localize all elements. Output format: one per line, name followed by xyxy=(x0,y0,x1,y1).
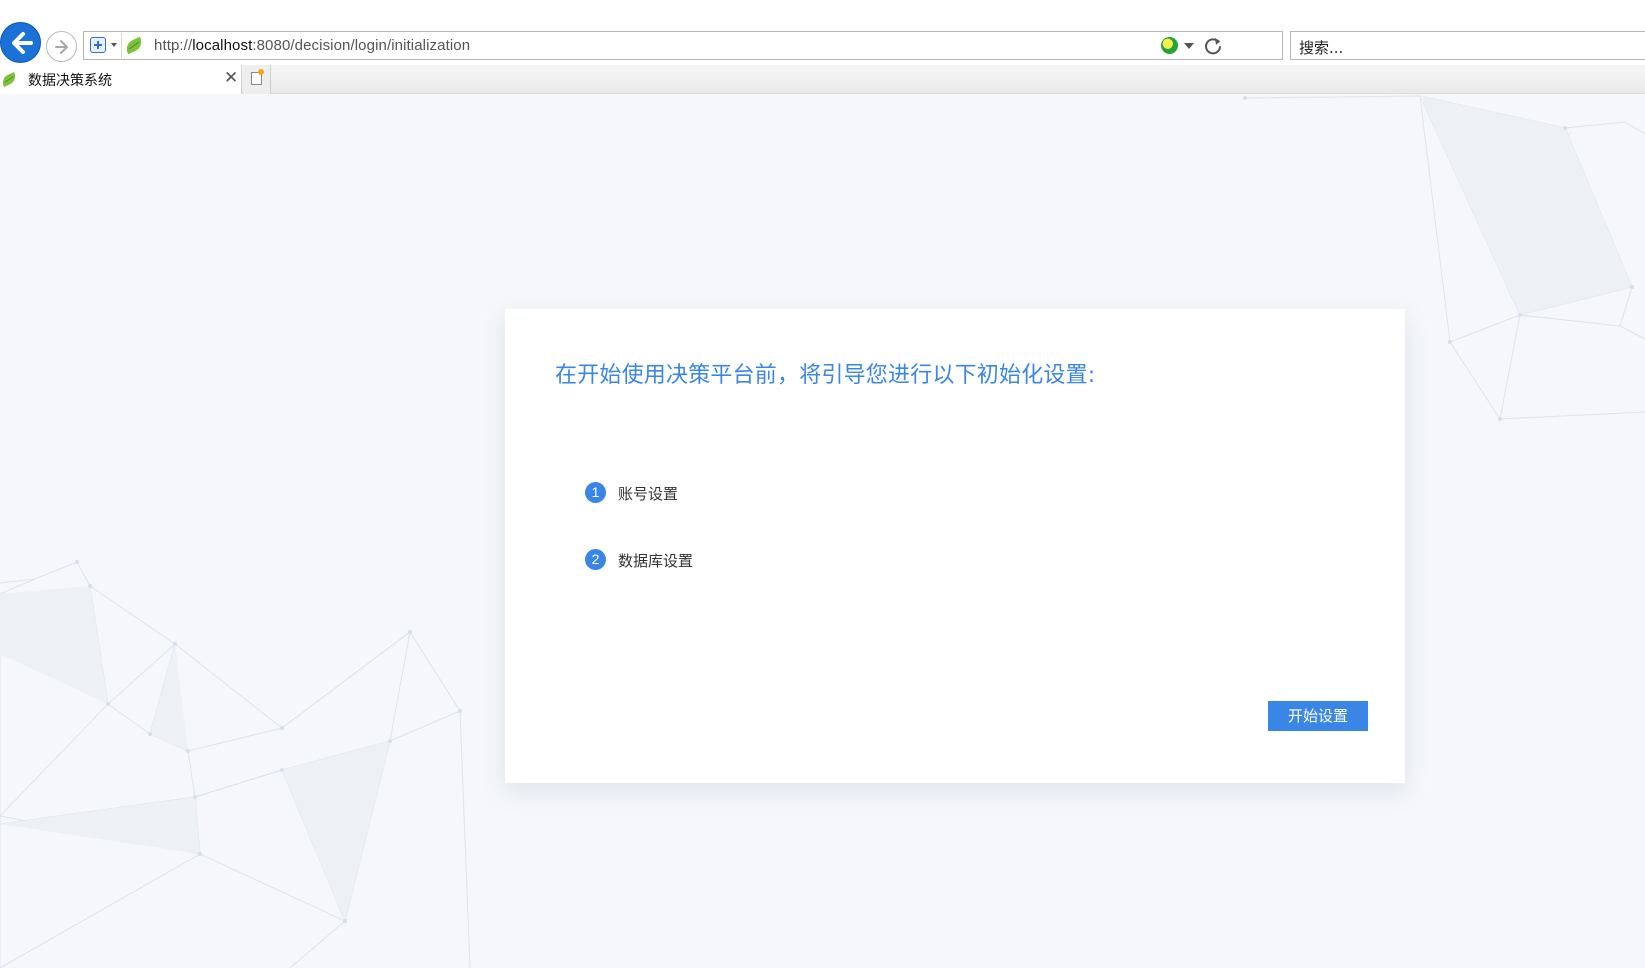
step-number: 2 xyxy=(585,549,606,570)
page-content: 在开始使用决策平台前，将引导您进行以下初始化设置: 1 账号设置 2 数据库设置… xyxy=(0,94,1645,968)
step-number: 1 xyxy=(585,482,606,503)
step-label: 数据库设置 xyxy=(618,552,694,570)
refresh-icon[interactable] xyxy=(1202,35,1224,57)
leaf-favicon-icon xyxy=(123,36,145,55)
url-scheme: http:// xyxy=(154,37,193,54)
address-bar[interactable]: http://localhost:8080/decision/login/ini… xyxy=(83,31,1283,60)
leaf-favicon-icon xyxy=(0,72,18,87)
tab-active[interactable]: 数据决策系统 ✕ xyxy=(0,65,242,94)
tab-title: 数据决策系统 xyxy=(28,73,112,89)
forward-arrow-icon xyxy=(55,40,68,54)
back-button[interactable] xyxy=(0,22,41,63)
new-tab-button[interactable] xyxy=(243,65,271,94)
url-text[interactable]: http://localhost:8080/decision/login/ini… xyxy=(154,37,470,54)
back-arrow-icon xyxy=(12,32,33,54)
step-label: 账号设置 xyxy=(618,485,679,503)
search-input[interactable]: 搜索... xyxy=(1299,37,1343,58)
start-setup-button[interactable]: 开始设置 xyxy=(1268,701,1368,731)
compatibility-icon[interactable] xyxy=(1161,37,1178,54)
tab-bar: 数据决策系统 ✕ xyxy=(0,65,1645,94)
page-title: 在开始使用决策平台前，将引导您进行以下初始化设置: xyxy=(555,363,1096,388)
search-box[interactable]: 搜索... xyxy=(1290,31,1645,60)
forward-button[interactable] xyxy=(46,31,77,62)
close-icon[interactable]: ✕ xyxy=(224,68,238,88)
url-path: :8080/decision/login/initialization xyxy=(252,37,471,54)
browser-chrome: http://localhost:8080/decision/login/ini… xyxy=(0,0,1645,94)
site-shield-icon[interactable] xyxy=(84,33,122,58)
dropdown-arrow-icon[interactable] xyxy=(1184,43,1194,49)
url-host: localhost xyxy=(192,37,253,54)
initialization-card: 在开始使用决策平台前，将引导您进行以下初始化设置: 1 账号设置 2 数据库设置… xyxy=(505,309,1405,783)
